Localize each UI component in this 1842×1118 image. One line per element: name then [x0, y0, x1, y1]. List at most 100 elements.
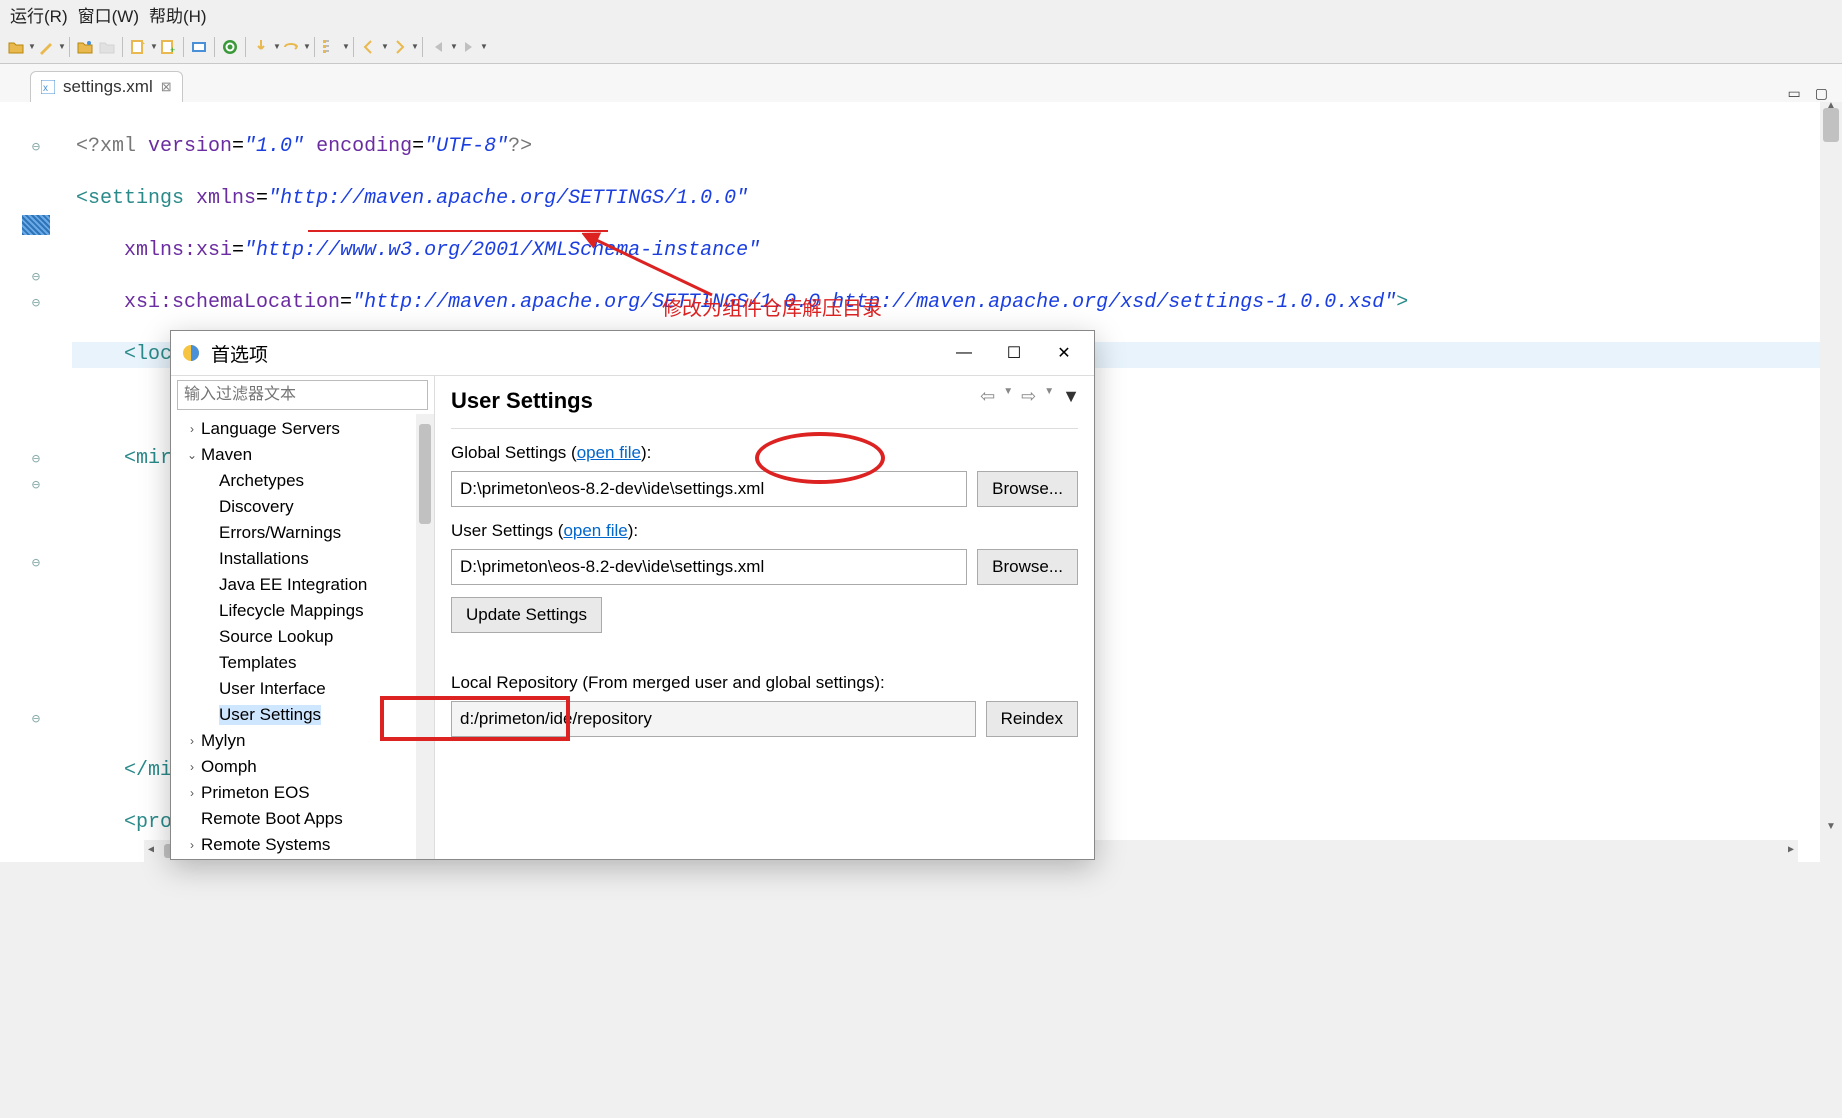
step-into-icon[interactable] — [251, 37, 271, 57]
nav-back-icon[interactable] — [428, 37, 448, 57]
wand-icon[interactable] — [36, 37, 56, 57]
minimize-icon[interactable]: ▭ — [1788, 85, 1801, 102]
tab-close-icon[interactable]: ⊠ — [161, 79, 172, 95]
browse-button[interactable]: Browse... — [977, 471, 1078, 507]
local-repository-input[interactable] — [451, 701, 976, 737]
line-marker-icon[interactable] — [22, 215, 50, 235]
scroll-left-icon[interactable]: ◀ — [148, 838, 154, 864]
fold-icon[interactable]: ⊖ — [32, 139, 40, 155]
filter-input[interactable] — [177, 380, 428, 410]
browse-button[interactable]: Browse... — [977, 549, 1078, 585]
dropdown-icon[interactable]: ▼ — [58, 42, 64, 51]
back-icon[interactable] — [359, 37, 379, 57]
step-over-icon[interactable] — [281, 37, 301, 57]
tab-settings-xml[interactable]: x settings.xml ⊠ — [30, 71, 183, 102]
tree-item-lifecycle-mappings[interactable]: Lifecycle Mappings — [171, 598, 434, 624]
vertical-scrollbar[interactable]: ▲ ▼ — [1820, 102, 1842, 862]
panel-icon[interactable] — [189, 37, 209, 57]
tree-item-remote-systems[interactable]: ›Remote Systems — [171, 832, 434, 858]
forward-icon[interactable] — [389, 37, 409, 57]
fold-icon[interactable]: ⊖ — [32, 711, 40, 727]
fold-icon[interactable]: ⊖ — [32, 269, 40, 285]
dropdown-icon[interactable]: ▼ — [1044, 386, 1054, 407]
filter-field[interactable] — [177, 380, 428, 410]
user-settings-input[interactable] — [451, 549, 967, 585]
code-text: ?> — [508, 135, 532, 158]
minimize-button[interactable]: — — [944, 344, 984, 362]
open-icon[interactable] — [6, 37, 26, 57]
dropdown-icon[interactable]: ▼ — [450, 42, 456, 51]
nav-forward-icon[interactable]: ⇨ — [1021, 386, 1036, 407]
tree-label: Templates — [219, 653, 296, 673]
tree-label: User Settings — [219, 705, 321, 725]
chevron-right-icon[interactable]: › — [183, 838, 201, 852]
tree-item-errors-warnings[interactable]: Errors/Warnings — [171, 520, 434, 546]
menu-help[interactable]: 帮助(H) — [149, 2, 207, 28]
nav-forward-icon[interactable] — [458, 37, 478, 57]
chevron-right-icon[interactable]: › — [183, 786, 201, 800]
open-file-link[interactable]: open file — [563, 521, 627, 540]
fold-icon[interactable]: ⊖ — [32, 477, 40, 493]
chevron-right-icon[interactable]: › — [183, 422, 201, 436]
tree-item-java-ee-integration[interactable]: Java EE Integration — [171, 572, 434, 598]
fold-icon[interactable]: ⊖ — [32, 451, 40, 467]
page-nav: ⇦ ▼ ⇨ ▼ ▼ — [980, 386, 1080, 407]
dropdown-icon[interactable]: ▼ — [273, 42, 279, 51]
fold-icon[interactable]: ⊖ — [32, 555, 40, 571]
tree-item-archetypes[interactable]: Archetypes — [171, 468, 434, 494]
tree-item-installations[interactable]: Installations — [171, 546, 434, 572]
run-server-icon[interactable] — [220, 37, 240, 57]
dropdown-icon[interactable]: ▼ — [342, 42, 348, 51]
dropdown-icon[interactable]: ▼ — [480, 42, 486, 51]
label-text: ): — [641, 443, 651, 462]
code-text: pro — [136, 811, 172, 834]
tree-item-remote-boot-apps[interactable]: Remote Boot Apps — [171, 806, 434, 832]
tree-item-user-interface[interactable]: User Interface — [171, 676, 434, 702]
tree-label: Installations — [219, 549, 309, 569]
tree-item-language-servers[interactable]: ›Language Servers — [171, 416, 434, 442]
dropdown-icon[interactable]: ▼ — [303, 42, 309, 51]
app-icon — [181, 343, 201, 363]
tree-item-maven[interactable]: ⌄Maven — [171, 442, 434, 468]
scroll-right-icon[interactable]: ▶ — [1788, 838, 1794, 864]
chevron-down-icon[interactable]: ⌄ — [183, 448, 201, 462]
dropdown-icon[interactable]: ▼ — [411, 42, 417, 51]
tree-label: Remote Boot Apps — [201, 809, 343, 829]
open-project-icon[interactable] — [75, 37, 95, 57]
maximize-button[interactable]: ☐ — [994, 343, 1034, 363]
update-settings-button[interactable]: Update Settings — [451, 597, 602, 633]
tree-item-source-lookup[interactable]: Source Lookup — [171, 624, 434, 650]
scroll-down-icon[interactable]: ▼ — [1820, 821, 1842, 832]
tree-item-discovery[interactable]: Discovery — [171, 494, 434, 520]
code-text: = — [232, 239, 244, 262]
hierarchy-icon[interactable] — [320, 37, 340, 57]
tree-item-primeton-eos[interactable]: ›Primeton EOS — [171, 780, 434, 806]
dropdown-icon[interactable]: ▼ — [381, 42, 387, 51]
tree-item-user-settings[interactable]: User Settings — [171, 702, 434, 728]
chevron-right-icon[interactable]: › — [183, 760, 201, 774]
scrollbar-thumb[interactable] — [419, 424, 431, 524]
tree-item-templates[interactable]: Templates — [171, 650, 434, 676]
new-file-icon[interactable]: + — [158, 37, 178, 57]
menu-run[interactable]: 运行(R) — [10, 2, 68, 28]
menu-icon[interactable]: ▼ — [1062, 386, 1080, 407]
global-settings-input[interactable] — [451, 471, 967, 507]
editor-tabbar: x settings.xml ⊠ ▭ ▢ — [0, 64, 1842, 102]
scrollbar-thumb[interactable] — [1823, 108, 1839, 142]
dropdown-icon[interactable]: ▼ — [28, 42, 34, 51]
open-file-link[interactable]: open file — [577, 443, 641, 462]
dialog-titlebar[interactable]: 首选项 — ☐ ✕ — [171, 331, 1094, 375]
chevron-right-icon[interactable]: › — [183, 734, 201, 748]
dropdown-icon[interactable]: ▼ — [1003, 386, 1013, 407]
tree-item-oomph[interactable]: ›Oomph — [171, 754, 434, 780]
new-wizard-icon[interactable] — [128, 37, 148, 57]
nav-back-icon[interactable]: ⇦ — [980, 386, 995, 407]
tree-scrollbar[interactable] — [416, 414, 434, 859]
reindex-button[interactable]: Reindex — [986, 701, 1078, 737]
close-button[interactable]: ✕ — [1044, 343, 1084, 363]
dropdown-icon[interactable]: ▼ — [150, 42, 156, 51]
fold-icon[interactable]: ⊖ — [32, 295, 40, 311]
tree-item-mylyn[interactable]: ›Mylyn — [171, 728, 434, 754]
open-disabled-icon — [97, 37, 117, 57]
menu-window[interactable]: 窗口(W) — [78, 2, 139, 28]
